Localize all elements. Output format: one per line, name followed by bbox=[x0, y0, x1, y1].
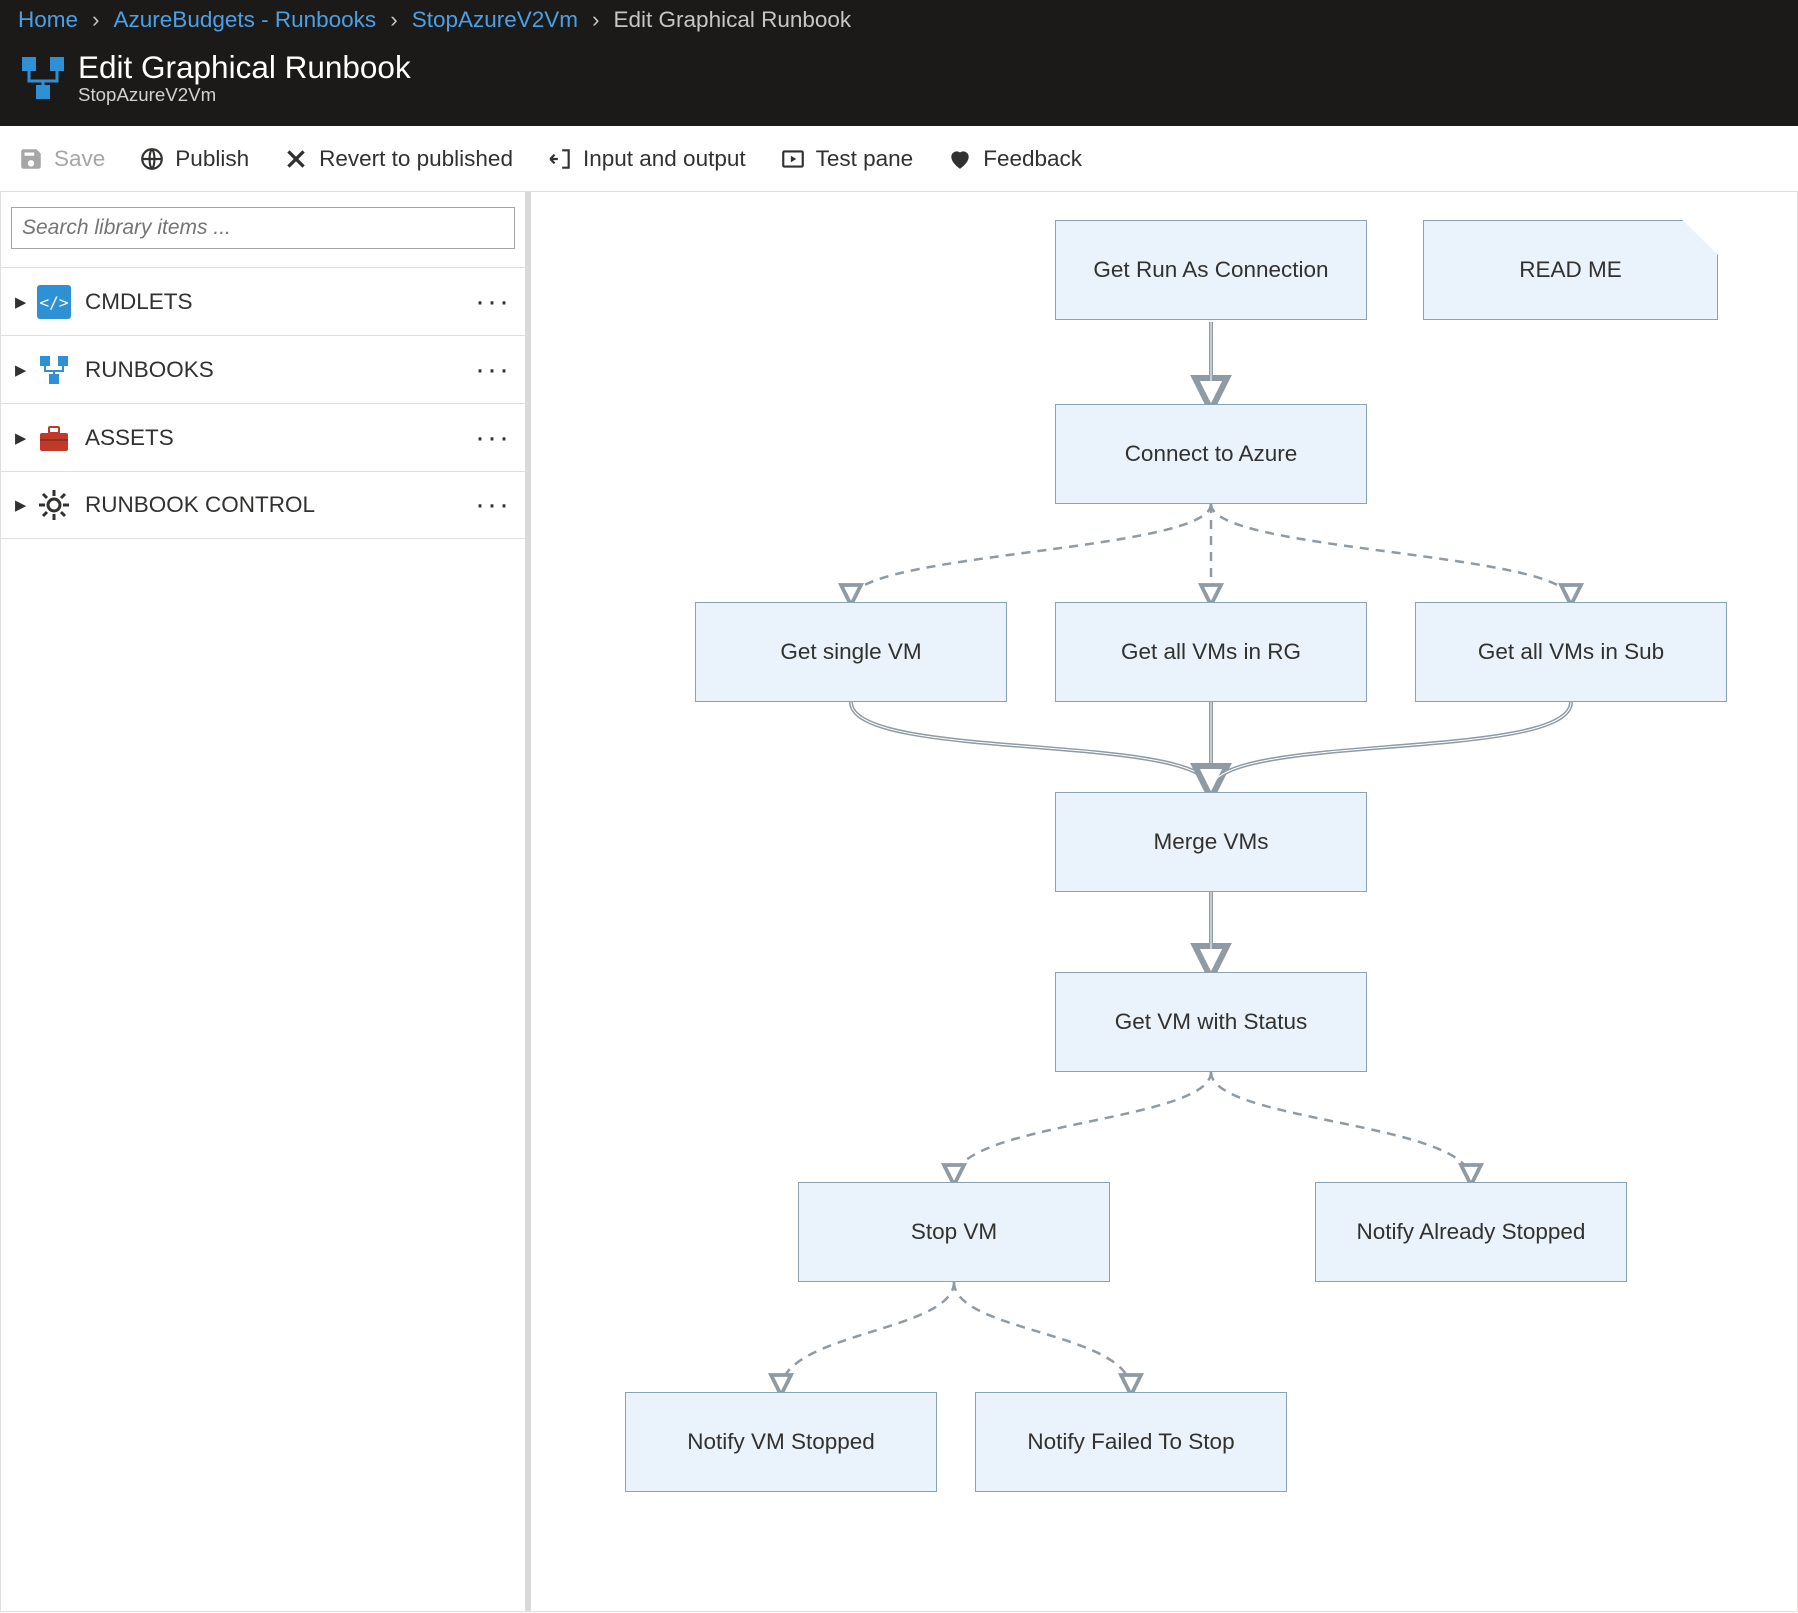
node-notify-already-stopped[interactable]: Notify Already Stopped bbox=[1315, 1182, 1627, 1282]
library-item-cmdlets[interactable]: ▸ </> CMDLETS ··· bbox=[1, 267, 525, 335]
chevron-right-icon: ▸ bbox=[15, 289, 27, 315]
toolbox-icon bbox=[37, 421, 71, 455]
node-stop-vm[interactable]: Stop VM bbox=[798, 1182, 1110, 1282]
chevron-right-icon: ▸ bbox=[15, 357, 27, 383]
runbook-icon bbox=[18, 53, 68, 103]
search-input[interactable] bbox=[11, 207, 515, 249]
save-label: Save bbox=[54, 146, 105, 172]
breadcrumb: Home › AzureBudgets - Runbooks › StopAzu… bbox=[0, 0, 1798, 40]
node-read-me[interactable]: READ ME bbox=[1423, 220, 1718, 320]
test-label: Test pane bbox=[816, 146, 914, 172]
library-item-runbooks[interactable]: ▸ RUNBOOKS ··· bbox=[1, 335, 525, 403]
library-item-label: RUNBOOK CONTROL bbox=[85, 492, 315, 518]
library-sidebar: ▸ </> CMDLETS ··· ▸ RUNBOOKS ··· ▸ ASSET… bbox=[1, 192, 531, 1611]
node-connect-to-azure[interactable]: Connect to Azure bbox=[1055, 404, 1367, 504]
gear-icon bbox=[37, 488, 71, 522]
breadcrumb-account[interactable]: AzureBudgets - Runbooks bbox=[114, 7, 377, 33]
svg-text:</>: </> bbox=[40, 293, 69, 312]
more-icon[interactable]: ··· bbox=[475, 488, 511, 522]
node-notify-failed-to-stop[interactable]: Notify Failed To Stop bbox=[975, 1392, 1287, 1492]
toolbar: Save Publish Revert to published Input a… bbox=[0, 126, 1798, 192]
chevron-right-icon: ▸ bbox=[15, 492, 27, 518]
chevron-right-icon: ▸ bbox=[15, 425, 27, 451]
save-icon bbox=[18, 146, 44, 172]
page-subtitle: StopAzureV2Vm bbox=[78, 84, 411, 106]
main-layout: ▸ </> CMDLETS ··· ▸ RUNBOOKS ··· ▸ ASSET… bbox=[0, 192, 1798, 1612]
code-icon: </> bbox=[37, 285, 71, 319]
input-output-button[interactable]: Input and output bbox=[547, 146, 746, 172]
chevron-right-icon: › bbox=[390, 7, 398, 33]
revert-label: Revert to published bbox=[319, 146, 513, 172]
more-icon[interactable]: ··· bbox=[475, 285, 511, 319]
test-pane-button[interactable]: Test pane bbox=[780, 146, 914, 172]
breadcrumb-current: Edit Graphical Runbook bbox=[614, 7, 852, 33]
chevron-right-icon: › bbox=[592, 7, 600, 33]
node-get-run-as-connection[interactable]: Get Run As Connection bbox=[1055, 220, 1367, 320]
graphical-canvas[interactable]: Get Run As Connection READ ME Connect to… bbox=[531, 192, 1797, 1611]
page-header: Edit Graphical Runbook StopAzureV2Vm bbox=[0, 40, 1798, 126]
revert-button[interactable]: Revert to published bbox=[283, 146, 513, 172]
chevron-right-icon: › bbox=[92, 7, 100, 33]
feedback-label: Feedback bbox=[983, 146, 1082, 172]
publish-label: Publish bbox=[175, 146, 249, 172]
library-item-label: RUNBOOKS bbox=[85, 357, 214, 383]
breadcrumb-runbook[interactable]: StopAzureV2Vm bbox=[412, 7, 578, 33]
more-icon[interactable]: ··· bbox=[475, 353, 511, 387]
save-button: Save bbox=[18, 146, 105, 172]
library-item-label: ASSETS bbox=[85, 425, 174, 451]
node-notify-vm-stopped[interactable]: Notify VM Stopped bbox=[625, 1392, 937, 1492]
heart-icon bbox=[947, 146, 973, 172]
flow-icon bbox=[37, 353, 71, 387]
test-icon bbox=[780, 146, 806, 172]
breadcrumb-home[interactable]: Home bbox=[18, 7, 78, 33]
node-get-all-vms-rg[interactable]: Get all VMs in RG bbox=[1055, 602, 1367, 702]
node-merge-vms[interactable]: Merge VMs bbox=[1055, 792, 1367, 892]
publish-button[interactable]: Publish bbox=[139, 146, 249, 172]
node-get-all-vms-sub[interactable]: Get all VMs in Sub bbox=[1415, 602, 1727, 702]
library-item-runbook-control[interactable]: ▸ RUNBOOK CONTROL ··· bbox=[1, 471, 525, 539]
io-icon bbox=[547, 146, 573, 172]
x-icon bbox=[283, 146, 309, 172]
io-label: Input and output bbox=[583, 146, 746, 172]
more-icon[interactable]: ··· bbox=[475, 421, 511, 455]
library-item-assets[interactable]: ▸ ASSETS ··· bbox=[1, 403, 525, 471]
page-title: Edit Graphical Runbook bbox=[78, 50, 411, 85]
library-item-label: CMDLETS bbox=[85, 289, 193, 315]
globe-icon bbox=[139, 146, 165, 172]
feedback-button[interactable]: Feedback bbox=[947, 146, 1082, 172]
node-get-single-vm[interactable]: Get single VM bbox=[695, 602, 1007, 702]
node-get-vm-status[interactable]: Get VM with Status bbox=[1055, 972, 1367, 1072]
